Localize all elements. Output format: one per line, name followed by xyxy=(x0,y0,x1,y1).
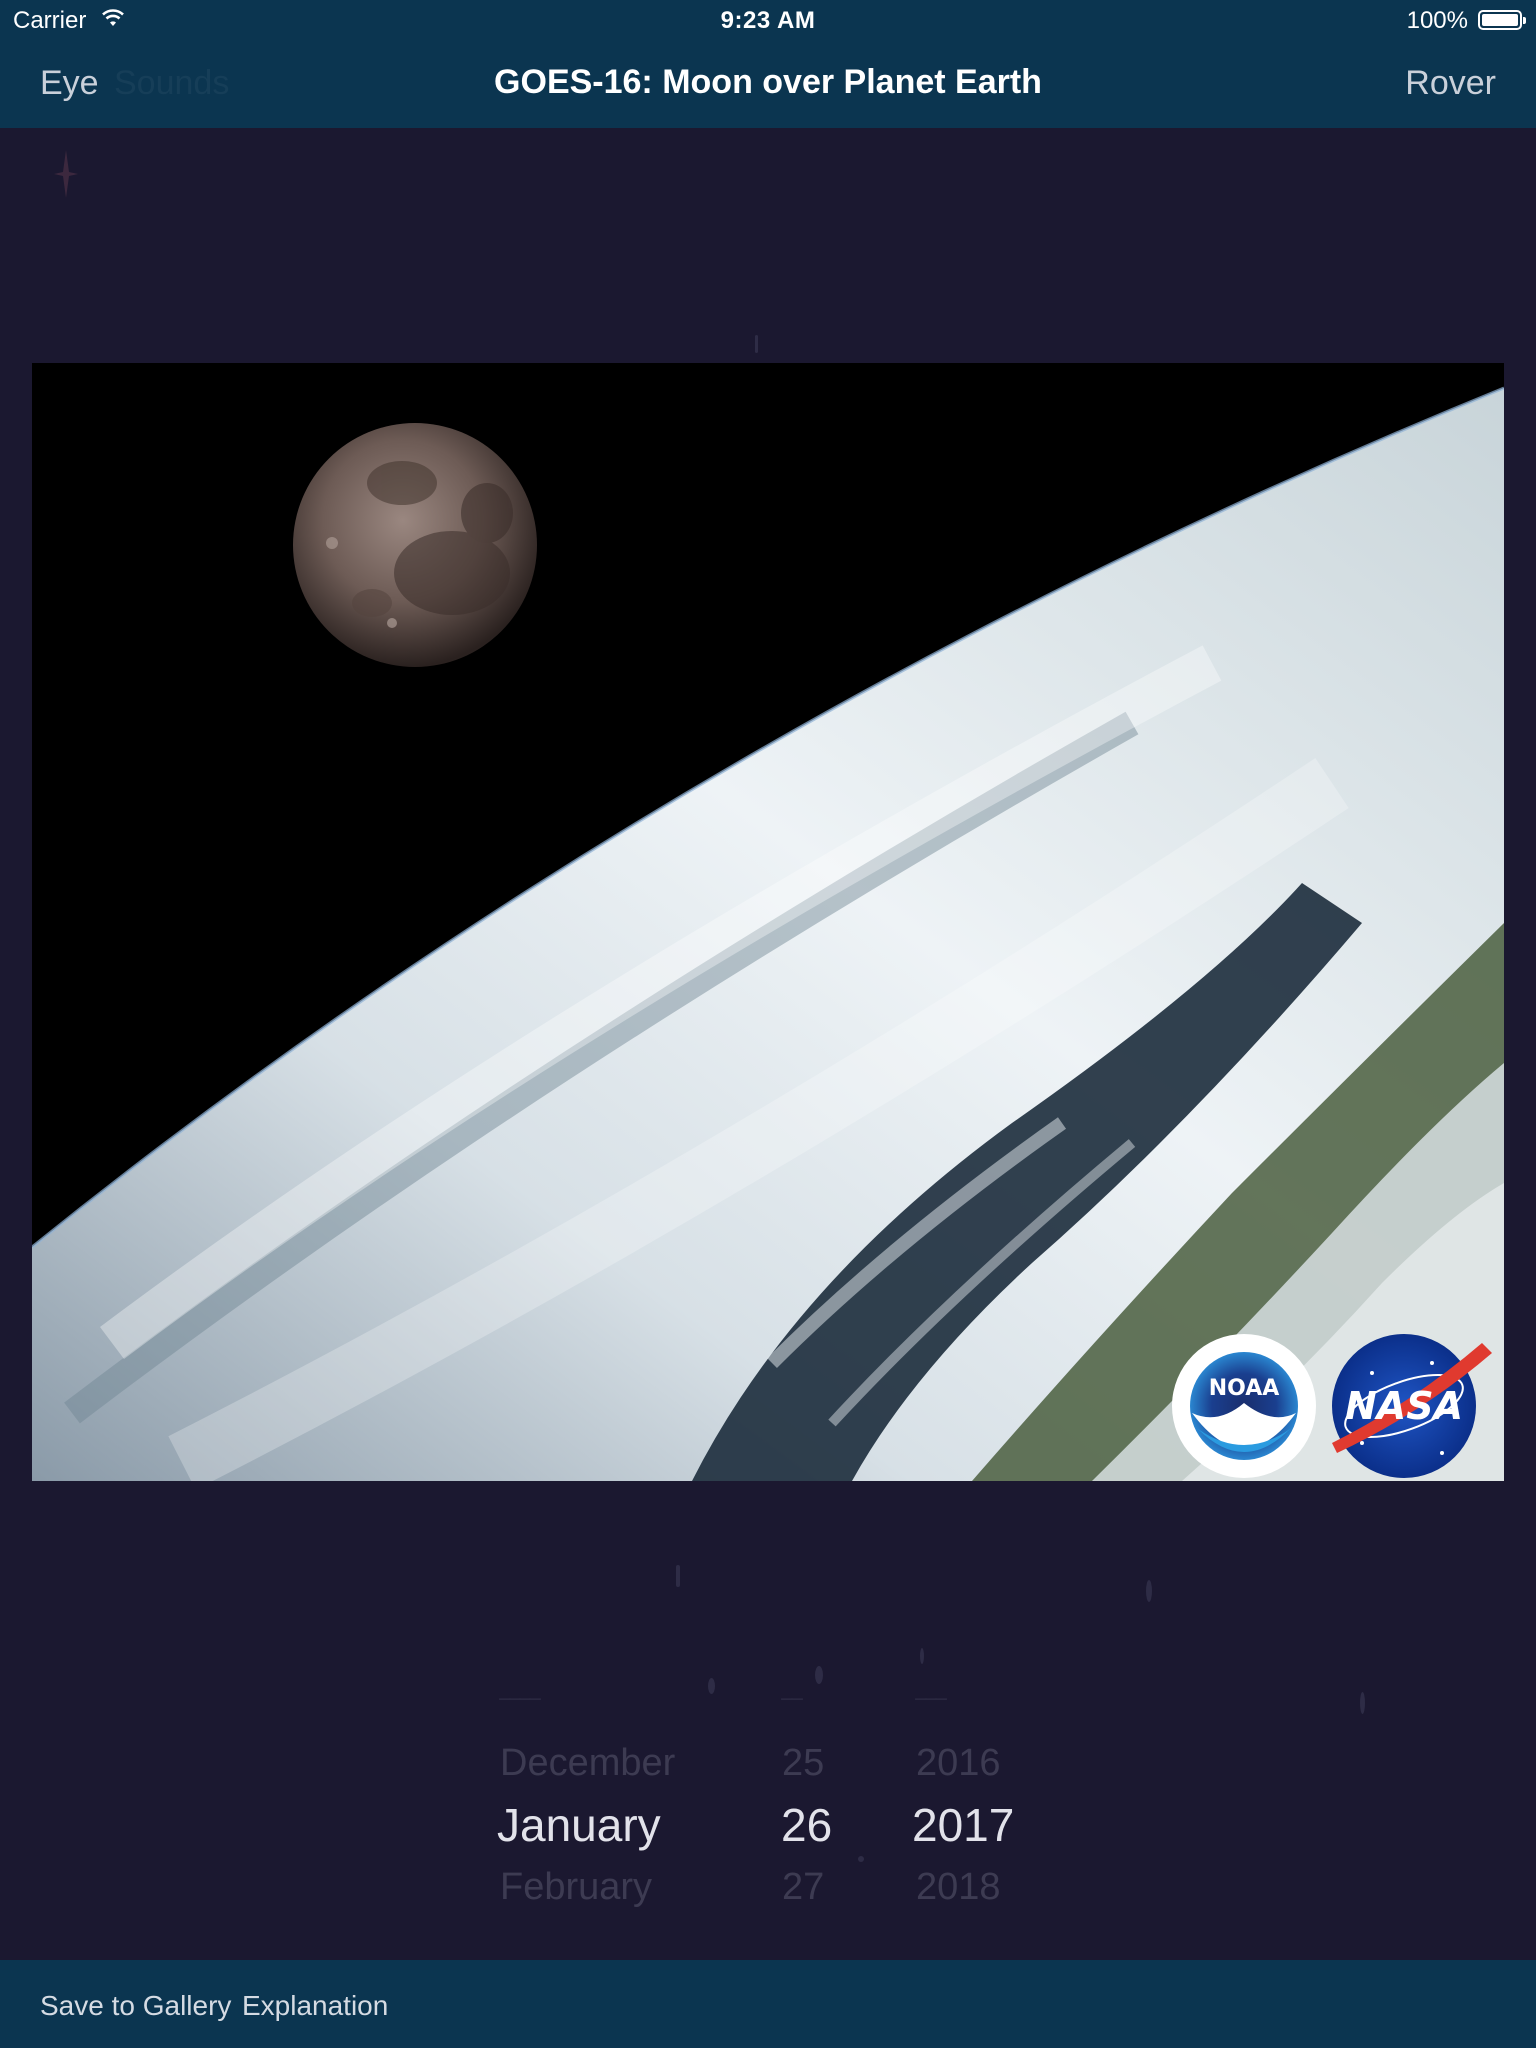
apod-photo[interactable]: NOAA NASA xyxy=(32,363,1504,1481)
picker-day-next[interactable]: 27 xyxy=(782,1866,824,1909)
clock-label: 9:23 AM xyxy=(720,7,816,34)
picker-day-ghost: ‾‾ xyxy=(782,1696,802,1729)
background-star xyxy=(815,1666,823,1684)
picker-year-ghost: ‾‾‾ xyxy=(916,1696,946,1729)
picker-month-next[interactable]: February xyxy=(500,1866,652,1909)
picker-month-ghost: ‾‾‾‾ xyxy=(500,1696,540,1729)
picker-day-prev[interactable]: 25 xyxy=(782,1742,824,1785)
battery-icon xyxy=(1478,10,1526,30)
picker-year-next[interactable]: 2018 xyxy=(916,1866,1001,1909)
svg-text:NOAA: NOAA xyxy=(1209,1376,1280,1401)
earth-moon-image: NOAA NASA xyxy=(32,363,1504,1481)
navigation-bar: Carrier 9:23 AM 100% Sounds Eye GOES-16:… xyxy=(0,0,1536,128)
background-star xyxy=(920,1648,924,1664)
explanation-button[interactable]: Explanation xyxy=(242,1990,388,2022)
bottom-toolbar: Save to Gallery Explanation xyxy=(0,1960,1536,2048)
save-to-gallery-button[interactable]: Save to Gallery xyxy=(40,1990,231,2022)
picker-month-prev[interactable]: December xyxy=(500,1742,675,1785)
picker-month-selected[interactable]: January xyxy=(497,1798,661,1852)
page-title: GOES-16: Moon over Planet Earth xyxy=(494,63,1042,101)
background-star xyxy=(1146,1580,1152,1602)
picker-year-prev[interactable]: 2016 xyxy=(916,1742,1001,1785)
picker-year-selected[interactable]: 2017 xyxy=(912,1798,1014,1852)
background-star xyxy=(676,1565,680,1587)
status-bar: Carrier 9:23 AM 100% xyxy=(0,0,1536,40)
date-picker[interactable]: ‾‾‾‾ ‾‾ ‾‾‾ December 25 2016 January 26 … xyxy=(0,1690,1536,1930)
battery-percent: 100% xyxy=(1406,7,1468,34)
svg-text:NASA: NASA xyxy=(1345,1384,1463,1428)
noaa-logo: NOAA xyxy=(1172,1334,1316,1478)
picker-day-selected[interactable]: 26 xyxy=(781,1798,832,1852)
background-star xyxy=(755,335,758,353)
sparkle-icon xyxy=(54,150,78,198)
rover-button[interactable]: Rover xyxy=(1405,64,1496,103)
